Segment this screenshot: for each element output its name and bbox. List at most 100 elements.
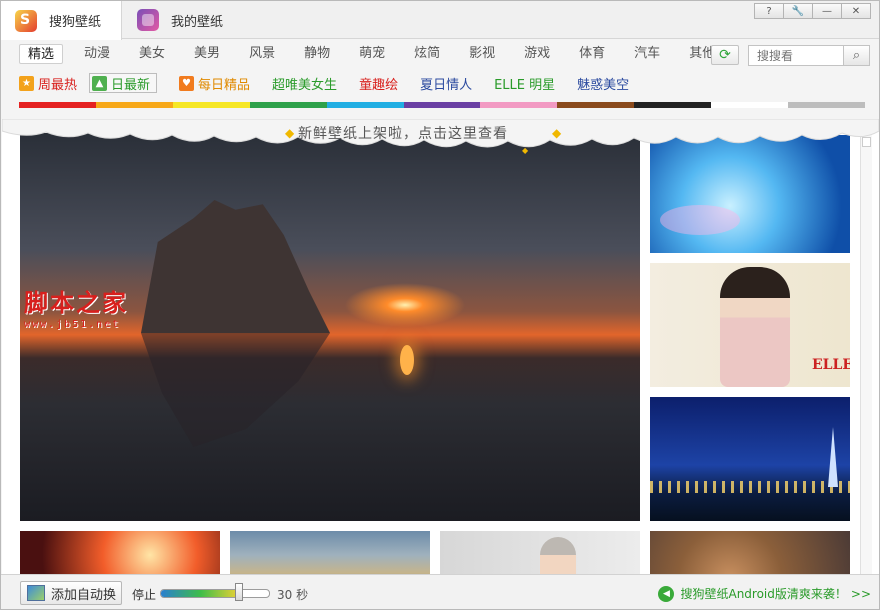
featured-wallpaper[interactable]: 脚本之家 www.jb51.net [20, 133, 640, 521]
featured-item[interactable]: 魅惑美空 [577, 73, 629, 93]
auto-change-icon [27, 585, 45, 601]
sogou-logo-icon [15, 9, 37, 32]
wallpaper-sun-reflection [400, 345, 414, 375]
watermark: 脚本之家 www.jb51.net [24, 283, 128, 330]
add-auto-change-button[interactable]: 添加自动换 [20, 581, 122, 605]
window-controls: ? 🔧 — ✕ [754, 3, 871, 19]
search-icon: ⌕ [852, 48, 861, 63]
wallpaper-thumbnail[interactable] [230, 531, 430, 574]
tab-my-wallpaper[interactable]: 我的壁纸 [123, 1, 243, 39]
wallpaper-person-shape [540, 537, 576, 574]
color-filter-swatch[interactable] [249, 102, 327, 108]
interval-slider-fill [161, 590, 241, 597]
featured-label: 日最新 [111, 77, 151, 93]
featured-nav: ★ 周最热 ▲ 日最新 ♥ 每日精品 超唯美女生 童趣绘 夏日情人 ELLE 明… [19, 72, 651, 94]
wallpaper-thumbnail[interactable] [650, 531, 850, 574]
category-item[interactable]: 萌宠 [351, 44, 393, 64]
featured-label: 超唯美女生 [272, 77, 338, 93]
sparkle-icon: ◆ [552, 126, 562, 140]
minimize-button[interactable]: — [812, 3, 842, 19]
watermark-line1: 脚本之家 [24, 288, 128, 317]
wallpaper-thumbnail[interactable]: ELLE [650, 263, 850, 387]
color-filter-swatch[interactable] [480, 102, 558, 108]
category-item-selected[interactable]: 精选 [19, 44, 64, 64]
featured-label: 夏日情人 [420, 77, 473, 93]
sparkle-icon: ◆ [522, 146, 529, 155]
category-item[interactable]: 风景 [241, 44, 283, 64]
footer-bar: 添加自动换 停止 30 秒 ◀ 搜狗壁纸Android版清爽来袭！ >> [1, 574, 879, 609]
my-wallpaper-icon [137, 9, 159, 31]
color-filter-swatch[interactable] [788, 102, 865, 108]
watermark-line2: www.jb51.net [24, 319, 121, 330]
color-filter-swatch[interactable] [19, 102, 96, 108]
featured-item[interactable]: 童趣绘 [359, 73, 398, 93]
category-item[interactable]: 汽车 [626, 44, 668, 64]
search-input[interactable] [748, 45, 844, 66]
featured-item-daily-new[interactable]: ▲ 日最新 [89, 73, 158, 93]
wallpaper-tower-shape [828, 427, 838, 487]
wallpaper-person-shape [720, 267, 790, 387]
app-window: 搜狗壁纸 我的壁纸 ? 🔧 — ✕ 精选 动漫 美女 美男 风景 静物 萌宠 炫… [0, 0, 880, 610]
category-nav: 精选 动漫 美女 美男 风景 静物 萌宠 炫简 影视 游戏 体育 汽车 其他 [19, 44, 736, 66]
scrollbar[interactable] [860, 133, 872, 574]
search-button[interactable]: ⌕ [843, 45, 870, 66]
promo-text: 搜狗壁纸Android版清爽来袭！ [680, 587, 847, 601]
title-bar: 搜狗壁纸 我的壁纸 ? 🔧 — ✕ [1, 1, 879, 40]
wallpaper-city-lights [650, 481, 850, 493]
featured-label: 每日精品 [198, 77, 251, 93]
category-item[interactable]: 体育 [571, 44, 613, 64]
stop-label: 停止 [132, 588, 157, 602]
wallpaper-reflection-shape [141, 333, 330, 447]
wallpaper-thumbnail[interactable] [440, 531, 640, 574]
category-item[interactable]: 美男 [186, 44, 228, 64]
wallpaper-thumbnail[interactable] [20, 531, 220, 574]
sparkle-icon: ◆ [285, 126, 295, 140]
help-button[interactable]: ? [754, 3, 784, 19]
wallpaper-grid: ◆ ◆ ◆ 新鲜壁纸上架啦，点击这里查看 脚本之家 www.jb51.net E… [2, 119, 879, 574]
featured-item[interactable]: ELLE 明星 [494, 73, 555, 93]
featured-item[interactable]: 夏日情人 [420, 73, 472, 93]
refresh-button[interactable]: ⟳ [711, 45, 739, 65]
wallpaper-thumbnail[interactable] [650, 397, 850, 521]
featured-label: 周最热 [38, 77, 78, 93]
category-item[interactable]: 静物 [296, 44, 338, 64]
tab-label: 我的壁纸 [171, 14, 224, 30]
interval-label: 30 秒 [277, 588, 309, 602]
featured-label: ELLE 明星 [494, 77, 556, 93]
tab-label: 搜狗壁纸 [49, 15, 102, 30]
speaker-icon: ◀ [658, 585, 675, 602]
color-filter-swatch[interactable] [557, 102, 635, 108]
settings-button[interactable]: 🔧 [783, 3, 813, 19]
category-item[interactable]: 动漫 [76, 44, 118, 64]
category-item[interactable]: 影视 [461, 44, 503, 64]
color-filter-swatch[interactable] [172, 102, 250, 108]
interval-slider[interactable] [160, 589, 270, 598]
star-icon: ★ [19, 75, 34, 91]
color-filter-swatch[interactable] [403, 102, 481, 108]
featured-label: 童趣绘 [359, 77, 399, 93]
featured-label: 魅惑美空 [577, 77, 630, 93]
color-filter-swatch[interactable] [634, 102, 712, 108]
wallpaper-rock-shape [141, 200, 330, 333]
color-filter-swatch[interactable] [95, 102, 173, 108]
wallpaper-brand-text: ELLE [812, 357, 850, 373]
auto-change-label: 添加自动换 [51, 587, 117, 603]
refresh-icon: ⟳ [719, 47, 731, 63]
interval-slider-handle[interactable] [235, 583, 244, 601]
color-filter-swatch[interactable] [711, 102, 789, 108]
picture-icon: ▲ [92, 75, 108, 91]
featured-item-daily-best[interactable]: ♥ 每日精品 [179, 73, 250, 93]
category-item[interactable]: 炫简 [406, 44, 448, 64]
new-wallpaper-notice[interactable]: 新鲜壁纸上架啦，点击这里查看 [298, 123, 508, 143]
tab-sogou-wallpaper[interactable]: 搜狗壁纸 [1, 1, 122, 40]
featured-item[interactable]: 超唯美女生 [272, 73, 337, 93]
close-button[interactable]: ✕ [841, 3, 871, 19]
heart-icon: ♥ [179, 75, 195, 91]
color-filter-swatch[interactable] [326, 102, 404, 108]
android-promo-link[interactable]: ◀ 搜狗壁纸Android版清爽来袭！ >> [658, 585, 871, 602]
category-item[interactable]: 美女 [131, 44, 173, 64]
promo-arrows: >> [850, 586, 871, 601]
color-filter-bar [19, 102, 865, 108]
featured-item-weekly-hot[interactable]: ★ 周最热 [19, 73, 77, 93]
category-item[interactable]: 游戏 [516, 44, 558, 64]
